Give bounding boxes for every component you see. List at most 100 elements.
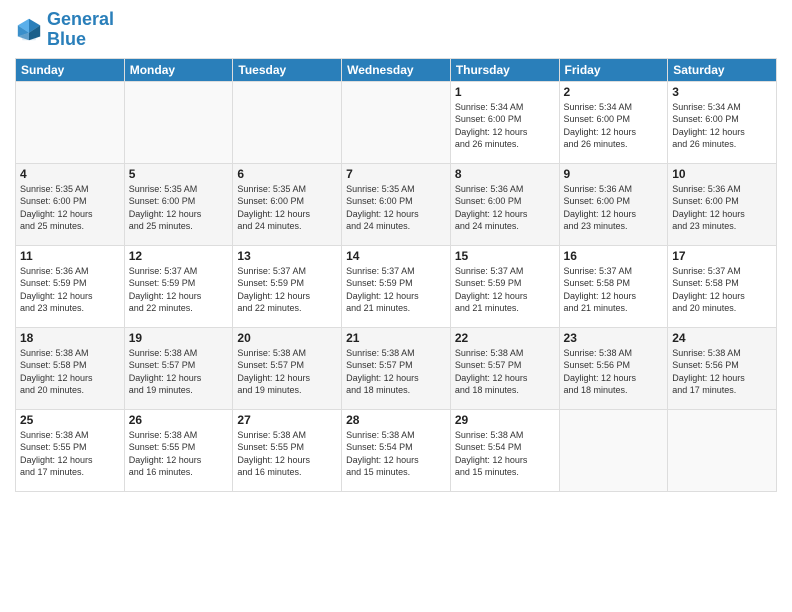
day-cell: 3 Sunrise: 5:34 AM Sunset: 6:00 PM Daylig…	[668, 81, 777, 163]
day-cell: 18 Sunrise: 5:38 AM Sunset: 5:58 PM Dayli…	[16, 327, 125, 409]
day-number: 8	[455, 167, 555, 181]
day-cell	[233, 81, 342, 163]
day-info: Sunrise: 5:38 AM Sunset: 5:57 PM Dayligh…	[346, 347, 446, 397]
day-info: Sunrise: 5:34 AM Sunset: 6:00 PM Dayligh…	[564, 101, 664, 151]
day-number: 6	[237, 167, 337, 181]
day-cell: 6 Sunrise: 5:35 AM Sunset: 6:00 PM Daylig…	[233, 163, 342, 245]
day-cell: 16 Sunrise: 5:37 AM Sunset: 5:58 PM Dayli…	[559, 245, 668, 327]
week-row-1: 1 Sunrise: 5:34 AM Sunset: 6:00 PM Daylig…	[16, 81, 777, 163]
day-cell: 10 Sunrise: 5:36 AM Sunset: 6:00 PM Dayli…	[668, 163, 777, 245]
logo: General Blue	[15, 10, 114, 50]
day-cell: 15 Sunrise: 5:37 AM Sunset: 5:59 PM Dayli…	[450, 245, 559, 327]
day-number: 12	[129, 249, 229, 263]
day-number: 5	[129, 167, 229, 181]
day-number: 25	[20, 413, 120, 427]
day-info: Sunrise: 5:38 AM Sunset: 5:57 PM Dayligh…	[237, 347, 337, 397]
header-cell-sunday: Sunday	[16, 58, 125, 81]
day-info: Sunrise: 5:38 AM Sunset: 5:57 PM Dayligh…	[455, 347, 555, 397]
day-number: 10	[672, 167, 772, 181]
day-cell	[342, 81, 451, 163]
day-info: Sunrise: 5:34 AM Sunset: 6:00 PM Dayligh…	[672, 101, 772, 151]
day-info: Sunrise: 5:35 AM Sunset: 6:00 PM Dayligh…	[237, 183, 337, 233]
day-number: 9	[564, 167, 664, 181]
day-info: Sunrise: 5:36 AM Sunset: 6:00 PM Dayligh…	[672, 183, 772, 233]
day-cell: 25 Sunrise: 5:38 AM Sunset: 5:55 PM Dayli…	[16, 409, 125, 491]
week-row-4: 18 Sunrise: 5:38 AM Sunset: 5:58 PM Dayli…	[16, 327, 777, 409]
day-cell: 24Sunrise: 5:38 AM Sunset: 5:56 PM Dayli…	[668, 327, 777, 409]
day-cell: 1Sunrise: 5:34 AM Sunset: 6:00 PM Daylig…	[450, 81, 559, 163]
header-cell-thursday: Thursday	[450, 58, 559, 81]
day-cell: 7 Sunrise: 5:35 AM Sunset: 6:00 PM Daylig…	[342, 163, 451, 245]
day-cell	[668, 409, 777, 491]
day-info: Sunrise: 5:38 AM Sunset: 5:54 PM Dayligh…	[346, 429, 446, 479]
day-number: 11	[20, 249, 120, 263]
day-number: 24	[672, 331, 772, 345]
day-number: 4	[20, 167, 120, 181]
week-row-3: 11 Sunrise: 5:36 AM Sunset: 5:59 PM Dayli…	[16, 245, 777, 327]
day-cell: 2 Sunrise: 5:34 AM Sunset: 6:00 PM Daylig…	[559, 81, 668, 163]
day-info: Sunrise: 5:36 AM Sunset: 6:00 PM Dayligh…	[455, 183, 555, 233]
day-cell: 29 Sunrise: 5:38 AM Sunset: 5:54 PM Dayli…	[450, 409, 559, 491]
day-number: 17	[672, 249, 772, 263]
header-cell-tuesday: Tuesday	[233, 58, 342, 81]
page: General Blue SundayMondayTuesdayWednesda…	[0, 0, 792, 612]
day-cell: 26 Sunrise: 5:38 AM Sunset: 5:55 PM Dayli…	[124, 409, 233, 491]
day-number: 19	[129, 331, 229, 345]
day-cell: 19 Sunrise: 5:38 AM Sunset: 5:57 PM Dayli…	[124, 327, 233, 409]
day-number: 14	[346, 249, 446, 263]
day-info: Sunrise: 5:38 AM Sunset: 5:55 PM Dayligh…	[237, 429, 337, 479]
day-number: 18	[20, 331, 120, 345]
day-info: Sunrise: 5:37 AM Sunset: 5:59 PM Dayligh…	[129, 265, 229, 315]
day-info: Sunrise: 5:36 AM Sunset: 6:00 PM Dayligh…	[564, 183, 664, 233]
day-info: Sunrise: 5:36 AM Sunset: 5:59 PM Dayligh…	[20, 265, 120, 315]
day-info: Sunrise: 5:37 AM Sunset: 5:59 PM Dayligh…	[237, 265, 337, 315]
header-cell-saturday: Saturday	[668, 58, 777, 81]
day-number: 1	[455, 85, 555, 99]
day-info: Sunrise: 5:37 AM Sunset: 5:59 PM Dayligh…	[455, 265, 555, 315]
day-cell: 21 Sunrise: 5:38 AM Sunset: 5:57 PM Dayli…	[342, 327, 451, 409]
day-info: Sunrise: 5:38 AM Sunset: 5:54 PM Dayligh…	[455, 429, 555, 479]
day-cell: 17 Sunrise: 5:37 AM Sunset: 5:58 PM Dayli…	[668, 245, 777, 327]
day-info: Sunrise: 5:37 AM Sunset: 5:58 PM Dayligh…	[564, 265, 664, 315]
header-cell-wednesday: Wednesday	[342, 58, 451, 81]
day-info: Sunrise: 5:35 AM Sunset: 6:00 PM Dayligh…	[346, 183, 446, 233]
day-cell	[124, 81, 233, 163]
day-info: Sunrise: 5:38 AM Sunset: 5:58 PM Dayligh…	[20, 347, 120, 397]
day-cell: 28 Sunrise: 5:38 AM Sunset: 5:54 PM Dayli…	[342, 409, 451, 491]
day-cell: 4Sunrise: 5:35 AM Sunset: 6:00 PM Daylig…	[16, 163, 125, 245]
day-number: 3	[672, 85, 772, 99]
day-cell: 27 Sunrise: 5:38 AM Sunset: 5:55 PM Dayli…	[233, 409, 342, 491]
calendar-table: SundayMondayTuesdayWednesdayThursdayFrid…	[15, 58, 777, 492]
header-cell-friday: Friday	[559, 58, 668, 81]
logo-text-block: General Blue	[47, 10, 114, 50]
day-number: 2	[564, 85, 664, 99]
day-cell: 9 Sunrise: 5:36 AM Sunset: 6:00 PM Daylig…	[559, 163, 668, 245]
header-cell-monday: Monday	[124, 58, 233, 81]
day-cell: 22 Sunrise: 5:38 AM Sunset: 5:57 PM Dayli…	[450, 327, 559, 409]
day-number: 29	[455, 413, 555, 427]
day-info: Sunrise: 5:38 AM Sunset: 5:55 PM Dayligh…	[129, 429, 229, 479]
day-number: 23	[564, 331, 664, 345]
day-cell: 14Sunrise: 5:37 AM Sunset: 5:59 PM Dayli…	[342, 245, 451, 327]
day-number: 7	[346, 167, 446, 181]
logo-icon	[15, 16, 43, 44]
day-info: Sunrise: 5:38 AM Sunset: 5:57 PM Dayligh…	[129, 347, 229, 397]
day-cell	[559, 409, 668, 491]
day-info: Sunrise: 5:38 AM Sunset: 5:55 PM Dayligh…	[20, 429, 120, 479]
day-info: Sunrise: 5:37 AM Sunset: 5:58 PM Dayligh…	[672, 265, 772, 315]
day-number: 15	[455, 249, 555, 263]
header-row: SundayMondayTuesdayWednesdayThursdayFrid…	[16, 58, 777, 81]
day-number: 21	[346, 331, 446, 345]
day-number: 26	[129, 413, 229, 427]
day-cell: 20Sunrise: 5:38 AM Sunset: 5:57 PM Dayli…	[233, 327, 342, 409]
day-info: Sunrise: 5:35 AM Sunset: 6:00 PM Dayligh…	[129, 183, 229, 233]
day-number: 13	[237, 249, 337, 263]
day-number: 22	[455, 331, 555, 345]
header: General Blue	[15, 10, 777, 50]
day-info: Sunrise: 5:38 AM Sunset: 5:56 PM Dayligh…	[564, 347, 664, 397]
day-number: 16	[564, 249, 664, 263]
day-number: 27	[237, 413, 337, 427]
day-number: 28	[346, 413, 446, 427]
day-cell: 12 Sunrise: 5:37 AM Sunset: 5:59 PM Dayli…	[124, 245, 233, 327]
day-cell: 5 Sunrise: 5:35 AM Sunset: 6:00 PM Daylig…	[124, 163, 233, 245]
